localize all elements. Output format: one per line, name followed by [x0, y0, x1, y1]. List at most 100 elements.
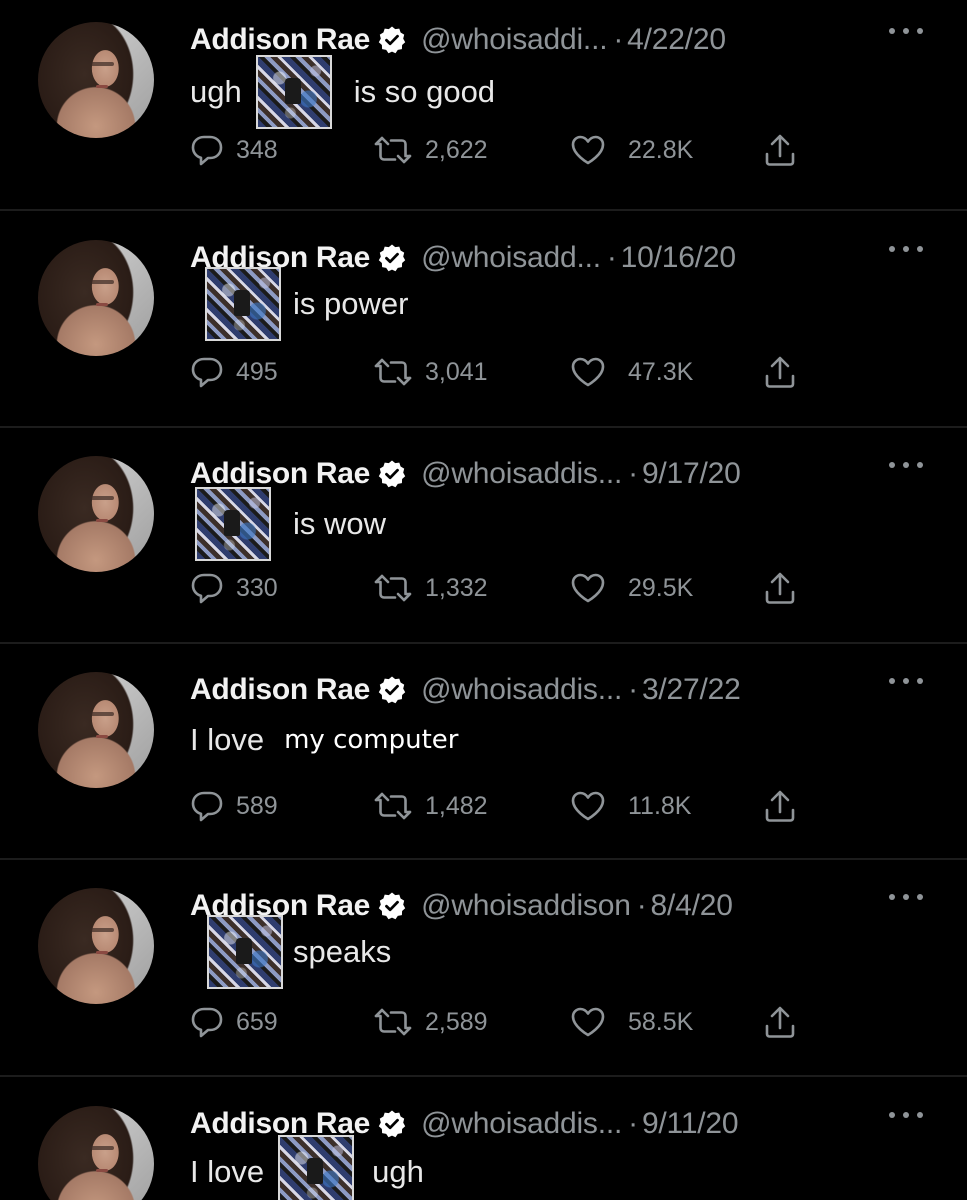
- reply-button[interactable]: 589: [190, 786, 278, 826]
- share-button[interactable]: [762, 786, 798, 826]
- display-name[interactable]: Addison Rae: [190, 457, 370, 491]
- retweet-button[interactable]: 2,589: [373, 1002, 488, 1042]
- separator-dot: ·: [628, 1107, 638, 1140]
- reply-count: 589: [236, 791, 278, 820]
- share-icon: [765, 790, 795, 822]
- more-options-icon[interactable]: [889, 462, 923, 472]
- retweet-button[interactable]: 1,482: [373, 786, 488, 826]
- more-options-icon[interactable]: [889, 246, 923, 256]
- reply-button[interactable]: 495: [190, 352, 278, 392]
- tweet-text: ugh is so good: [190, 55, 509, 129]
- like-button[interactable]: 29.5K: [570, 568, 693, 608]
- divider: [0, 209, 967, 211]
- tweet-date[interactable]: 3/27/22: [642, 673, 741, 707]
- reply-count: 330: [236, 573, 278, 602]
- handle[interactable]: @whoisaddi...: [421, 23, 607, 57]
- separator-dot: ·: [606, 241, 617, 274]
- share-button[interactable]: [762, 568, 798, 608]
- share-button[interactable]: [762, 1002, 798, 1042]
- share-icon: [765, 356, 795, 388]
- retweet-count: 1,482: [425, 791, 488, 820]
- album-cover-image: [207, 915, 283, 989]
- share-button[interactable]: [762, 130, 798, 170]
- reply-count: 348: [236, 135, 278, 164]
- more-options-icon[interactable]: [889, 678, 923, 688]
- tweet-date[interactable]: 9/11/20: [642, 1107, 739, 1141]
- verified-badge-icon: [377, 1109, 407, 1139]
- handle[interactable]: @whoisaddis...: [421, 457, 622, 491]
- reply-button[interactable]: 659: [190, 1002, 278, 1042]
- avatar[interactable]: [38, 456, 154, 572]
- share-button[interactable]: [762, 352, 798, 392]
- tweet-actions: 348 2,622 22.8K: [190, 130, 810, 170]
- verified-badge-icon: [377, 675, 407, 705]
- retweet-icon: [374, 1008, 412, 1036]
- like-icon: [571, 1007, 605, 1037]
- like-icon: [571, 135, 605, 165]
- reply-count: 495: [236, 357, 278, 386]
- handle[interactable]: @whoisaddis...: [421, 673, 622, 707]
- reply-button[interactable]: 348: [190, 130, 278, 170]
- tweet-actions: 589 1,482 11.8K: [190, 786, 810, 826]
- album-cover-image: [195, 487, 271, 561]
- more-options-icon[interactable]: [889, 1112, 923, 1122]
- verified-badge-icon: [377, 891, 407, 921]
- tweet-text-after: speaks: [293, 934, 392, 969]
- avatar[interactable]: [38, 22, 154, 138]
- album-cover-image: [278, 1135, 355, 1200]
- more-options-icon[interactable]: [889, 894, 923, 904]
- tweet-date[interactable]: 4/22/20: [627, 23, 726, 57]
- reply-button[interactable]: 330: [190, 568, 278, 608]
- tweet[interactable]: Addison Rae @whoisaddi... · 4/22/20 ugh …: [0, 0, 967, 214]
- retweet-button[interactable]: 3,041: [373, 352, 488, 392]
- retweet-button[interactable]: 2,622: [373, 130, 488, 170]
- avatar[interactable]: [38, 888, 154, 1004]
- tweet[interactable]: Addison Rae @whoisaddis... · 9/17/20 is …: [0, 434, 967, 648]
- retweet-button[interactable]: 1,332: [373, 568, 488, 608]
- retweet-icon: [374, 792, 412, 820]
- tweet[interactable]: Addison Rae @whoisaddison · 8/4/20 speak…: [0, 866, 967, 1080]
- tweet-text: I love ugh: [190, 1135, 438, 1200]
- like-count: 47.3K: [628, 357, 694, 386]
- album-cover-image: [255, 55, 332, 129]
- like-button[interactable]: 22.8K: [570, 130, 693, 170]
- share-icon: [765, 572, 795, 604]
- tweet[interactable]: Addison Rae @whoisaddis... · 9/11/20 I l…: [0, 1084, 967, 1200]
- tweet-date[interactable]: 10/16/20: [621, 241, 736, 275]
- share-icon: [765, 1006, 795, 1038]
- avatar[interactable]: [38, 240, 154, 356]
- handle[interactable]: @whoisadd...: [421, 241, 601, 275]
- display-name[interactable]: Addison Rae: [190, 673, 370, 707]
- like-button[interactable]: 11.8K: [570, 786, 691, 826]
- handle[interactable]: @whoisaddison: [421, 889, 631, 923]
- like-icon: [571, 791, 605, 821]
- retweet-count: 2,622: [425, 135, 488, 164]
- avatar[interactable]: [38, 1106, 154, 1200]
- tweet[interactable]: Addison Rae @whoisaddis... · 3/27/22 I l…: [0, 650, 967, 864]
- tweet-text-after: is wow: [293, 506, 387, 541]
- avatar[interactable]: [38, 672, 154, 788]
- divider: [0, 426, 967, 428]
- tweet-date[interactable]: 9/17/20: [642, 457, 741, 491]
- verified-badge-icon: [377, 459, 407, 489]
- like-button[interactable]: 58.5K: [570, 1002, 693, 1042]
- separator-dot: ·: [636, 889, 647, 922]
- handle[interactable]: @whoisaddis...: [421, 1107, 622, 1141]
- display-name[interactable]: Addison Rae: [190, 23, 370, 57]
- like-icon: [571, 357, 605, 387]
- tweet[interactable]: Addison Rae @whoisadd... · 10/16/20 is p…: [0, 218, 967, 432]
- retweet-count: 3,041: [425, 357, 488, 386]
- share-icon: [765, 134, 795, 166]
- retweet-icon: [374, 136, 412, 164]
- album-cover-image: [205, 267, 281, 341]
- tweet-text: I love my computer: [190, 710, 472, 770]
- like-count: 29.5K: [628, 573, 694, 602]
- more-options-icon[interactable]: [889, 28, 923, 38]
- tweet-text-after: is power: [293, 286, 409, 321]
- like-button[interactable]: 47.3K: [570, 352, 693, 392]
- reply-icon: [191, 357, 223, 388]
- like-count: 58.5K: [628, 1007, 694, 1036]
- divider: [0, 642, 967, 644]
- tweet-date[interactable]: 8/4/20: [651, 889, 733, 923]
- tweet-text-before: I love: [190, 722, 265, 757]
